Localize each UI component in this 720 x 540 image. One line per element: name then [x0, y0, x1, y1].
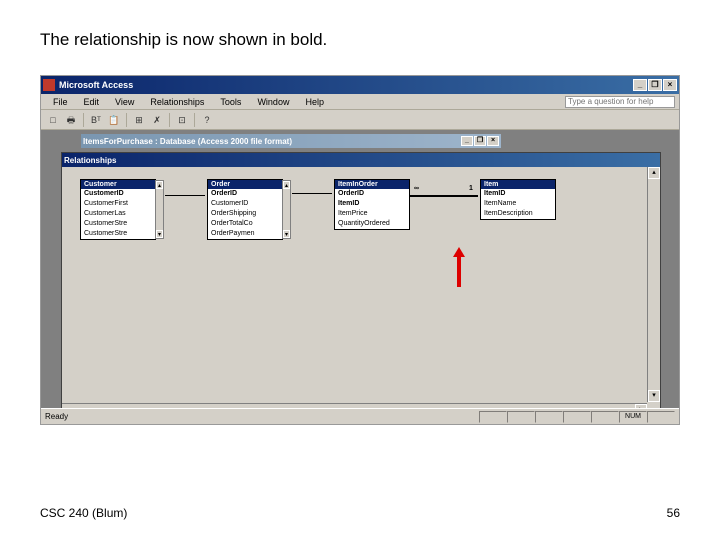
- status-cell: [479, 411, 507, 423]
- table-scrollbar[interactable]: ▴ ▾: [155, 180, 164, 239]
- db-window-icon[interactable]: ⊡: [174, 112, 190, 128]
- scroll-down-icon[interactable]: ▾: [283, 230, 290, 238]
- table-item[interactable]: Item ItemID ItemName ItemDescription: [480, 179, 556, 220]
- menubar: File Edit View Relationships Tools Windo…: [41, 94, 679, 110]
- table-header: ItemInOrder: [335, 180, 409, 189]
- scroll-up-icon[interactable]: ▴: [156, 181, 163, 189]
- status-cell: [563, 411, 591, 423]
- show-direct-icon[interactable]: 📋: [106, 112, 122, 128]
- relation-many-label: ∞: [414, 185, 419, 192]
- scroll-down-icon[interactable]: ▾: [648, 390, 660, 402]
- help-icon[interactable]: ?: [199, 112, 215, 128]
- toolbar: □ 🖶 Bᵀ 📋 ⊞ ✗ ⊡ ?: [41, 110, 679, 130]
- table-order[interactable]: Order OrderID CustomerID OrderShipping O…: [207, 179, 283, 240]
- field[interactable]: CustomerStre: [81, 229, 155, 239]
- close-button[interactable]: ×: [663, 79, 677, 91]
- field[interactable]: CustomerLas: [81, 209, 155, 219]
- access-app-window: Microsoft Access _ ❐ × File Edit View Re…: [40, 75, 680, 425]
- slide-footer: CSC 240 (Blum) 56: [40, 506, 680, 520]
- status-cell-num: NUM: [619, 411, 647, 423]
- separator: [126, 113, 127, 127]
- table-iteminorder[interactable]: ItemInOrder OrderID ItemID ItemPrice Qua…: [334, 179, 410, 230]
- status-cell: [507, 411, 535, 423]
- field-pk[interactable]: OrderID: [208, 189, 282, 199]
- access-icon: [43, 79, 55, 91]
- db-titlebar: ItemsForPurchase : Database (Access 2000…: [81, 134, 501, 148]
- field[interactable]: QuantityOrdered: [335, 219, 409, 229]
- slide-title: The relationship is now shown in bold.: [40, 30, 680, 50]
- minimize-button[interactable]: _: [633, 79, 647, 91]
- table-scrollbar[interactable]: ▴ ▾: [282, 180, 291, 239]
- app-titlebar: Microsoft Access _ ❐ ×: [41, 76, 679, 94]
- scroll-up-icon[interactable]: ▴: [648, 167, 660, 179]
- table-header: Customer: [81, 180, 155, 189]
- field[interactable]: ItemName: [481, 199, 555, 209]
- menu-help[interactable]: Help: [297, 97, 332, 107]
- menu-view[interactable]: View: [107, 97, 142, 107]
- table-header: Order: [208, 180, 282, 189]
- menu-file[interactable]: File: [45, 97, 76, 107]
- mdi-workspace: ItemsForPurchase : Database (Access 2000…: [41, 130, 679, 408]
- field[interactable]: OrderPaymen: [208, 229, 282, 239]
- field-pk[interactable]: OrderID: [335, 189, 409, 199]
- field[interactable]: OrderShipping: [208, 209, 282, 219]
- separator: [194, 113, 195, 127]
- app-title: Microsoft Access: [59, 80, 633, 90]
- scroll-down-icon[interactable]: ▾: [156, 230, 163, 238]
- footer-right: 56: [667, 506, 680, 520]
- menu-edit[interactable]: Edit: [76, 97, 108, 107]
- db-restore-button[interactable]: ❐: [474, 136, 486, 146]
- relation-one-label: 1: [469, 185, 473, 192]
- table-customer[interactable]: Customer CustomerID CustomerFirst Custom…: [80, 179, 156, 240]
- statusbar: Ready NUM: [41, 408, 679, 424]
- relation-line-bold[interactable]: [410, 195, 478, 197]
- table-header: Item: [481, 180, 555, 189]
- field[interactable]: CustomerID: [208, 199, 282, 209]
- scroll-up-icon[interactable]: ▴: [283, 181, 290, 189]
- status-text: Ready: [45, 412, 479, 421]
- status-cell: [647, 411, 675, 423]
- field[interactable]: ItemPrice: [335, 209, 409, 219]
- field[interactable]: CustomerStre: [81, 219, 155, 229]
- print-icon[interactable]: 🖶: [63, 112, 79, 128]
- field[interactable]: ItemDescription: [481, 209, 555, 219]
- annotation-arrow-icon: [457, 257, 461, 287]
- db-close-button[interactable]: ×: [487, 136, 499, 146]
- status-cell: [535, 411, 563, 423]
- field-pk[interactable]: ItemID: [481, 189, 555, 199]
- field[interactable]: OrderTotalCo: [208, 219, 282, 229]
- relation-line[interactable]: [292, 193, 332, 194]
- rel-workspace[interactable]: Customer CustomerID CustomerFirst Custom…: [62, 167, 660, 397]
- menu-tools[interactable]: Tools: [212, 97, 249, 107]
- separator: [83, 113, 84, 127]
- show-table-icon[interactable]: Bᵀ: [88, 112, 104, 128]
- field-pk[interactable]: ItemID: [335, 199, 409, 209]
- field[interactable]: CustomerFirst: [81, 199, 155, 209]
- field-pk[interactable]: CustomerID: [81, 189, 155, 199]
- separator: [169, 113, 170, 127]
- menu-relationships[interactable]: Relationships: [142, 97, 212, 107]
- database-window[interactable]: ItemsForPurchase : Database (Access 2000…: [81, 134, 501, 148]
- show-all-icon[interactable]: ⊞: [131, 112, 147, 128]
- rel-vertical-scrollbar[interactable]: ▴ ▾: [647, 167, 660, 402]
- rel-window-title: Relationships: [64, 156, 116, 165]
- relationships-window[interactable]: Relationships Customer CustomerID Custom…: [61, 152, 661, 408]
- rel-titlebar: Relationships: [62, 153, 660, 167]
- db-minimize-button[interactable]: _: [461, 136, 473, 146]
- footer-left: CSC 240 (Blum): [40, 506, 127, 520]
- clear-layout-icon[interactable]: ✗: [149, 112, 165, 128]
- restore-button[interactable]: ❐: [648, 79, 662, 91]
- db-window-title: ItemsForPurchase : Database (Access 2000…: [83, 137, 292, 146]
- status-cell: [591, 411, 619, 423]
- save-icon[interactable]: □: [45, 112, 61, 128]
- menu-window[interactable]: Window: [249, 97, 297, 107]
- help-search-input[interactable]: [565, 96, 675, 108]
- relation-line[interactable]: [165, 195, 205, 196]
